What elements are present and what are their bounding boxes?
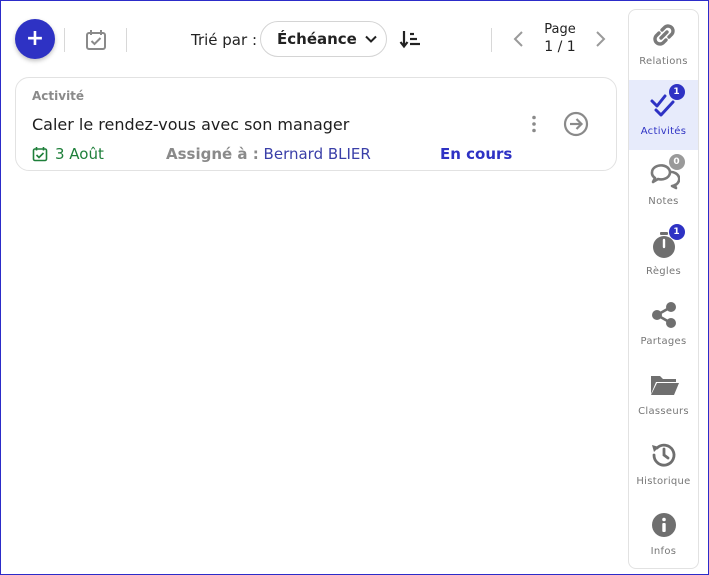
activities-count-badge: 1 — [668, 84, 685, 100]
page-label: Page — [544, 22, 576, 37]
assigned-to-label: Assigné à : — [166, 145, 259, 163]
rail-item-historique[interactable]: Historique — [629, 430, 698, 500]
activity-due-date: 3 Août — [32, 145, 104, 163]
rail-item-relations[interactable]: Relations — [629, 10, 698, 80]
rail-label: Notes — [648, 196, 679, 207]
double-check-icon: 1 — [647, 84, 685, 122]
more-vertical-icon[interactable] — [528, 114, 540, 134]
folder-icon — [647, 368, 681, 402]
chat-bubbles-icon: 0 — [647, 154, 685, 192]
rail-item-activites[interactable]: 1 Activités — [629, 80, 698, 150]
share-icon — [647, 298, 681, 332]
stopwatch-icon: 1 — [647, 224, 685, 262]
due-date-text: 3 Août — [55, 145, 104, 163]
toolbar-divider — [126, 28, 127, 52]
activity-card[interactable]: Activité Caler le rendez-vous avec son m… — [15, 77, 617, 171]
calendar-check-icon — [32, 147, 48, 162]
rail-item-infos[interactable]: Infos — [629, 500, 698, 570]
notes-count-badge: 0 — [668, 154, 685, 170]
rail-label: Règles — [646, 266, 681, 277]
chevron-left-icon[interactable] — [511, 29, 527, 49]
sort-field-select[interactable]: Échéance — [260, 21, 387, 57]
sort-field-value: Échéance — [277, 30, 357, 48]
activity-assignee: Assigné à : Bernard BLIER — [166, 145, 371, 163]
arrow-circle-right-icon[interactable] — [563, 111, 589, 137]
rail-item-notes[interactable]: 0 Notes — [629, 150, 698, 220]
rules-count-badge: 1 — [668, 224, 685, 240]
rail-label: Partages — [640, 336, 687, 347]
rail-item-partages[interactable]: Partages — [629, 290, 698, 360]
rail-item-regles[interactable]: 1 Règles — [629, 220, 698, 290]
assignee-name[interactable]: Bernard BLIER — [264, 145, 371, 163]
rail-label: Activités — [640, 126, 687, 137]
toolbar-divider — [64, 28, 65, 52]
link-icon — [647, 18, 681, 52]
add-activity-button[interactable]: + — [15, 19, 55, 59]
toolbar-divider — [491, 28, 492, 52]
activity-title[interactable]: Caler le rendez-vous avec son manager — [32, 115, 349, 134]
sort-direction-icon[interactable] — [399, 28, 421, 50]
rail-label: Classeurs — [638, 406, 689, 417]
activity-type-label: Activité — [32, 89, 85, 103]
sort-by-label: Trié par : — [191, 31, 257, 49]
chevron-right-icon[interactable] — [592, 29, 608, 49]
history-icon — [647, 438, 681, 472]
rail-label: Historique — [636, 476, 691, 487]
side-panel-rail: Relations 1 Activités 0 Notes 1 Règles P… — [628, 9, 699, 569]
rail-item-classeurs[interactable]: Classeurs — [629, 360, 698, 430]
calendar-check-icon[interactable] — [83, 27, 109, 53]
page-indicator: 1 / 1 — [544, 39, 576, 55]
chevron-down-icon — [365, 35, 377, 43]
activity-status[interactable]: En cours — [440, 145, 512, 163]
rail-label: Infos — [650, 546, 677, 557]
activities-toolbar: + Trié par : Échéance Page 1 / 1 — [0, 0, 628, 78]
info-icon — [647, 508, 681, 542]
rail-label: Relations — [639, 56, 688, 67]
